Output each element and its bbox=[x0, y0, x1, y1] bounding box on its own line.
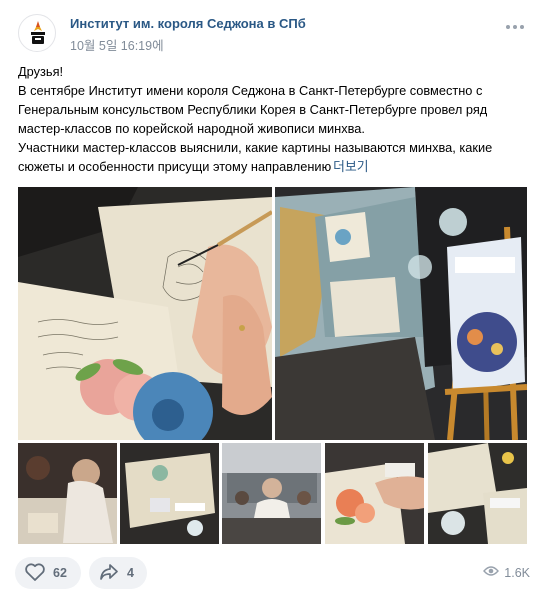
text-line: сюжеты и особенности присущи этому напра… bbox=[18, 159, 332, 174]
author-name[interactable]: Институт им. короля Седжона в СПб bbox=[70, 16, 306, 31]
share-arrow-icon bbox=[99, 563, 119, 584]
like-button[interactable]: 62 bbox=[15, 557, 81, 589]
photo-thumbnail[interactable] bbox=[428, 443, 527, 544]
share-count: 4 bbox=[127, 566, 134, 580]
photo-thumbnail[interactable] bbox=[222, 443, 321, 544]
more-dots-icon[interactable] bbox=[506, 20, 526, 34]
institute-logo-icon[interactable] bbox=[18, 14, 56, 52]
post-header: Институт им. короля Седжона в СПб 10월 5일… bbox=[18, 12, 530, 54]
views-counter: 1.6K bbox=[483, 565, 530, 580]
text-line: В сентябре Институт имени короля Седжона… bbox=[18, 83, 483, 98]
text-line: Генеральным консульством Республики Коре… bbox=[18, 102, 488, 117]
photo-thumbnail[interactable] bbox=[325, 443, 424, 544]
share-button[interactable]: 4 bbox=[89, 557, 147, 589]
photo-screen-and-easel[interactable] bbox=[275, 187, 527, 440]
views-count: 1.6K bbox=[504, 565, 530, 580]
post-date[interactable]: 10월 5일 16:19에 bbox=[70, 35, 164, 54]
eye-icon bbox=[483, 565, 500, 580]
photo-painting-closeup[interactable] bbox=[18, 187, 272, 440]
heart-icon bbox=[25, 562, 45, 584]
photo-thumbnail[interactable] bbox=[18, 443, 117, 544]
post-card: Институт им. короля Седжона в СПб 10월 5일… bbox=[0, 0, 544, 603]
like-count: 62 bbox=[53, 566, 67, 580]
text-line: Участники мастер-классов выяснили, какие… bbox=[18, 140, 493, 155]
text-line: мастер-классов по корейской народной жив… bbox=[18, 121, 365, 136]
text-line-last: сюжеты и особенности присущи этому напра… bbox=[18, 157, 530, 176]
show-more-link[interactable]: 더보기 bbox=[333, 159, 368, 174]
text-line: Друзья! bbox=[18, 64, 64, 79]
photo-thumbnail[interactable] bbox=[120, 443, 219, 544]
post-text: Друзья! В сентябре Институт имени короля… bbox=[18, 62, 530, 176]
